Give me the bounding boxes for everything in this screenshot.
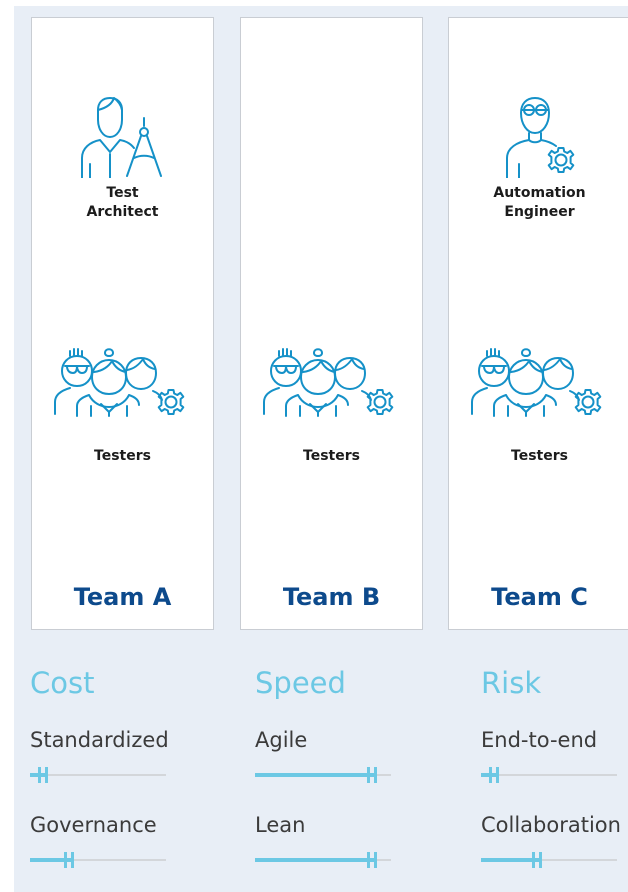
metric-bar [481, 852, 617, 868]
comparison-panel: Test Architect Testers Team A Testers Te… [14, 6, 628, 892]
team-name: Team B [282, 583, 381, 611]
architect-icon [80, 97, 162, 178]
team-card-b: Testers Team B [240, 17, 423, 630]
metric-bar [30, 852, 166, 868]
role-label-top: Test Architect [86, 185, 159, 220]
team-name: Team C [491, 583, 588, 611]
role-label-group: Testers [303, 448, 360, 464]
metric-bar [30, 767, 166, 783]
team-card-a: Test Architect Testers Team A [31, 17, 214, 630]
team-name: Team A [73, 583, 172, 611]
testers-group-icon [262, 344, 402, 428]
role-label-top: Automation Engineer [493, 185, 586, 220]
metric-label: Governance [30, 813, 157, 837]
testers-group-icon [53, 344, 193, 428]
metric-bar [481, 767, 617, 783]
role-label-group: Testers [94, 448, 151, 464]
category-cost: Cost [30, 666, 95, 700]
testers-group-icon [470, 344, 610, 428]
metric-bar [255, 767, 391, 783]
role-label-group: Testers [511, 448, 568, 464]
metric-label: Lean [255, 813, 306, 837]
metric-label: End-to-end [481, 728, 598, 752]
metric-label: Collaboration [481, 813, 621, 837]
metric-label: Standardized [30, 728, 169, 752]
team-card-c: Automation Engineer Testers Team C [448, 17, 628, 630]
category-speed: Speed [255, 666, 346, 700]
category-risk: Risk [481, 666, 542, 700]
metric-label: Agile [255, 728, 308, 752]
metric-bar [255, 852, 391, 868]
automation-engineer-icon [505, 97, 574, 178]
